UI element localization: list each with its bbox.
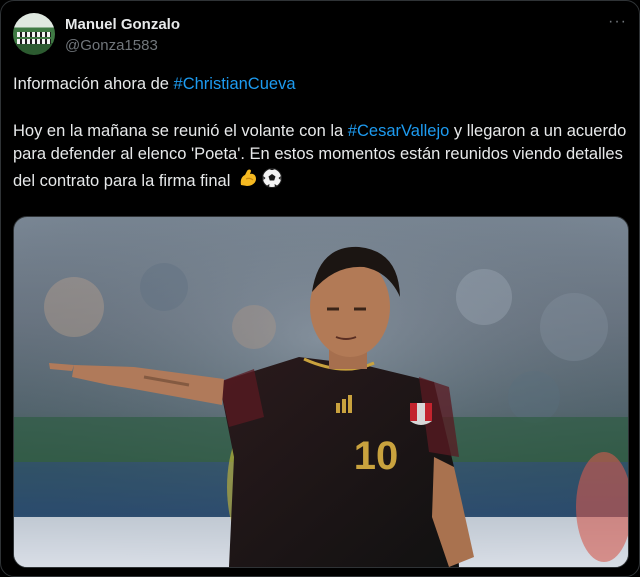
tweet-card[interactable]: Manuel Gonzalo @Gonza1583 ··· Informació… — [0, 0, 640, 577]
avatar-team-row — [17, 32, 51, 37]
avatar[interactable] — [13, 13, 55, 55]
avatar-team-row — [17, 39, 51, 44]
tweet-text: Información ahora de #ChristianCueva Hoy… — [13, 73, 627, 196]
author-handle[interactable]: @Gonza1583 — [65, 37, 158, 54]
tweet-paragraph-2-text-a: Hoy en la mañana se reunió el volante co… — [13, 121, 348, 140]
more-options-icon[interactable]: ··· — [608, 13, 627, 31]
jersey-number: 10 — [354, 434, 399, 478]
author-name[interactable]: Manuel Gonzalo — [65, 16, 180, 33]
soccer-ball-icon — [261, 167, 283, 197]
tweet-media-photo[interactable]: 10 — [13, 216, 629, 568]
hashtag-christiancueva[interactable]: #ChristianCueva — [174, 75, 296, 93]
tweet-line-1: Información ahora de #ChristianCueva — [13, 73, 627, 97]
tweet-paragraph-2: Hoy en la mañana se reunió el volante co… — [13, 120, 627, 197]
tweet-line-1-text: Información ahora de — [13, 75, 174, 93]
football-player-photo: 10 — [14, 217, 628, 567]
hashtag-cesarvallejo[interactable]: #CesarVallejo — [348, 122, 450, 140]
flexed-biceps-icon — [237, 167, 259, 197]
tweet-header: Manuel Gonzalo @Gonza1583 ··· — [13, 13, 627, 57]
